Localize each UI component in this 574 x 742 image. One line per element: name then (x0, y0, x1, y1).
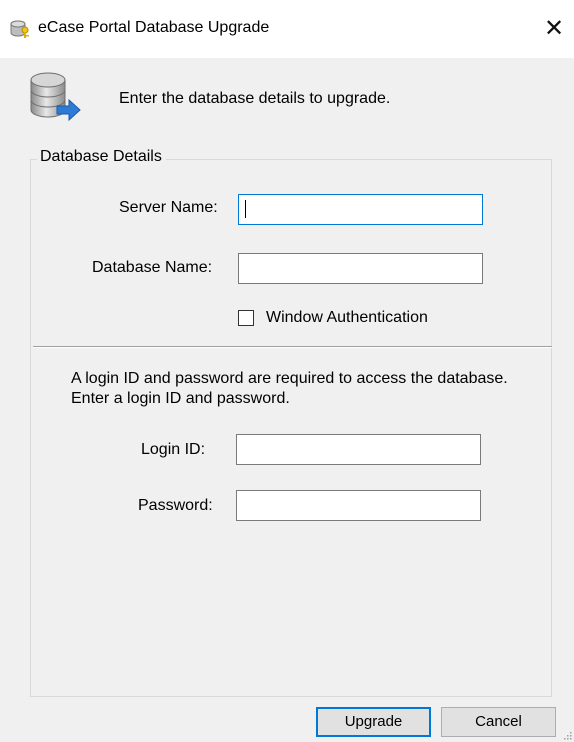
database-details-label: Database Details (37, 148, 166, 166)
cancel-button[interactable]: Cancel (441, 707, 556, 737)
close-icon: ✕ (543, 14, 565, 42)
close-button[interactable]: ✕ (534, 8, 574, 48)
resize-grip-icon[interactable] (562, 730, 572, 740)
database-upgrade-icon (30, 72, 81, 122)
password-input[interactable] (236, 490, 481, 521)
database-key-icon (10, 20, 29, 38)
window-authentication-label[interactable]: Window Authentication (266, 309, 428, 327)
database-name-input[interactable] (238, 253, 483, 284)
text-caret (245, 200, 246, 218)
server-name-label: Server Name: (119, 199, 218, 216)
password-label: Password: (138, 497, 213, 514)
login-id-input[interactable] (236, 434, 481, 465)
login-info-text: A login ID and password are required to … (71, 370, 508, 407)
login-id-label: Login ID: (141, 441, 206, 458)
database-details-group (30, 159, 552, 697)
title-bar: eCase Portal Database Upgrade ✕ (0, 0, 574, 58)
window-authentication-checkbox[interactable] (238, 310, 254, 326)
window-title: eCase Portal Database Upgrade (38, 19, 270, 36)
server-name-input[interactable] (238, 194, 483, 225)
section-separator (33, 346, 552, 348)
header-instruction: Enter the database details to upgrade. (119, 90, 391, 107)
upgrade-button[interactable]: Upgrade (316, 707, 431, 737)
database-name-label: Database Name: (92, 259, 213, 276)
